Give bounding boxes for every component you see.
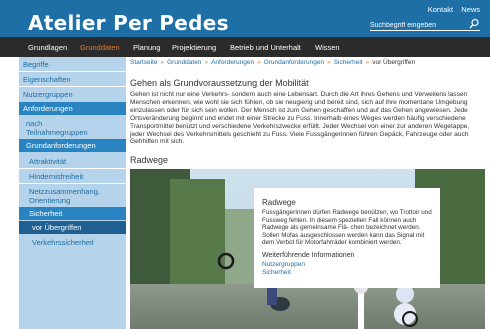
sidebar-divider bbox=[19, 86, 126, 87]
breadcrumb: Startseite» Grunddaten» Anforderungen» Grun… bbox=[130, 59, 415, 66]
sidebar-item-begriffe[interactable]: Begriffe bbox=[23, 60, 49, 69]
sidebar-item-label: Anforderungen bbox=[23, 104, 73, 113]
breadcrumb-grundanforderungen[interactable]: Grundanforderungen bbox=[264, 59, 324, 66]
sidebar-item-nutzergruppen[interactable]: Nutzergruppen bbox=[23, 90, 73, 99]
search-icon[interactable] bbox=[468, 18, 480, 30]
site-logo[interactable]: Atelier Per Pedes bbox=[28, 11, 229, 35]
nav-grunddaten[interactable]: Grunddaten bbox=[80, 43, 120, 52]
sidebar-item-label: Grundanforderungen bbox=[26, 141, 96, 150]
breadcrumb-anforderungen[interactable]: Anforderungen bbox=[211, 59, 254, 66]
breadcrumb-current: vor Übergriffen bbox=[372, 59, 416, 66]
section-heading: Radwege bbox=[130, 155, 169, 165]
sidebar-item-vor-uebergriffen[interactable]: vor Übergriffen bbox=[19, 221, 126, 234]
sidebar-item-sicherheit[interactable]: Sicherheit bbox=[19, 207, 126, 220]
popup-link-sicherheit[interactable]: Sicherheit bbox=[262, 269, 291, 276]
nav-betrieb-unterhalt[interactable]: Betrieb und Unterhalt bbox=[230, 43, 301, 52]
breadcrumb-separator: » bbox=[160, 59, 165, 66]
breadcrumb-separator: » bbox=[365, 59, 370, 66]
popup-subtitle: Weiterführende Informationen bbox=[262, 252, 355, 259]
sidebar-item-orientierung[interactable]: Orientierung bbox=[29, 196, 70, 205]
link-kontakt[interactable]: Kontakt bbox=[428, 5, 453, 14]
popup-text: FussgängerInnen dürfen Radwege benützen,… bbox=[262, 209, 432, 247]
sidebar-item-teilnahmegruppen[interactable]: Teilnahmegruppen bbox=[26, 128, 88, 137]
breadcrumb-sicherheit[interactable]: Sicherheit bbox=[334, 59, 363, 66]
sidebar-item-grundanforderungen[interactable]: Grundanforderungen bbox=[19, 139, 126, 152]
intro-paragraph: Gehen ist nicht nur eine Verkehrs- sonde… bbox=[130, 91, 470, 146]
sidebar-divider bbox=[19, 168, 126, 169]
nav-grundlagen[interactable]: Grundlagen bbox=[28, 43, 67, 52]
top-links: Kontakt News bbox=[422, 5, 480, 14]
sidebar-item-nach[interactable]: nach bbox=[26, 119, 42, 128]
nav-wissen[interactable]: Wissen bbox=[315, 43, 340, 52]
sidebar-item-attraktivitaet[interactable]: Attraktivität bbox=[29, 157, 66, 166]
breadcrumb-startseite[interactable]: Startseite bbox=[130, 59, 157, 66]
sidebar-item-anforderungen[interactable]: Anforderungen bbox=[19, 102, 126, 115]
main-nav: Grundlagen Grunddaten Planung Projektier… bbox=[0, 37, 490, 57]
sidebar: Begriffe Eigenschaften Nutzergruppen Anf… bbox=[19, 57, 126, 329]
sidebar-item-netzzusammenhang[interactable]: Netzzusammenhang, bbox=[29, 187, 100, 196]
popup-link-nutzergruppen[interactable]: Nutzergruppen bbox=[262, 261, 305, 268]
breadcrumb-grunddaten[interactable]: Grunddaten bbox=[167, 59, 201, 66]
breadcrumb-separator: » bbox=[327, 59, 331, 66]
sidebar-item-label: Sicherheit bbox=[29, 209, 63, 218]
link-news[interactable]: News bbox=[461, 5, 480, 14]
breadcrumb-separator: » bbox=[257, 59, 261, 66]
sidebar-item-verkehrssicherheit[interactable]: Verkehrssicherheit bbox=[32, 238, 94, 247]
nav-planung[interactable]: Planung bbox=[133, 43, 161, 52]
info-popup: Radwege FussgängerInnen dürfen Radwege b… bbox=[254, 188, 440, 288]
sidebar-divider bbox=[19, 71, 126, 72]
nav-projektierung[interactable]: Projektierung bbox=[172, 43, 216, 52]
search-box bbox=[370, 18, 480, 31]
search-input[interactable] bbox=[370, 20, 465, 30]
sidebar-item-label: vor Übergriffen bbox=[32, 223, 82, 232]
page-title: Gehen als Grundvoraussetzung der Mobilit… bbox=[130, 78, 309, 88]
sidebar-item-eigenschaften[interactable]: Eigenschaften bbox=[23, 75, 71, 84]
breadcrumb-separator: » bbox=[204, 59, 209, 66]
popup-title: Radwege bbox=[262, 198, 296, 207]
sidebar-divider bbox=[19, 183, 126, 184]
site-header: Atelier Per Pedes Kontakt News bbox=[0, 0, 490, 37]
sidebar-item-hindernisfreiheit[interactable]: Hindernisfreiheit bbox=[29, 172, 83, 181]
